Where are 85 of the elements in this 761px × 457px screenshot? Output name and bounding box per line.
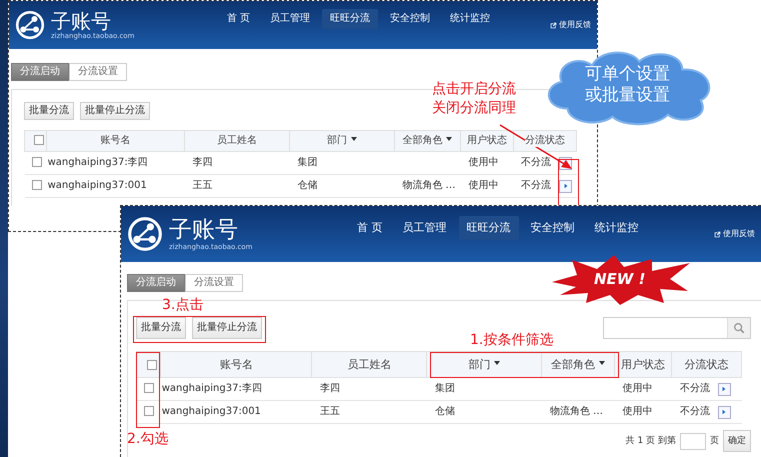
table-cell: 不分流 [680, 406, 710, 418]
nav-item[interactable]: 安全控制 [522, 216, 582, 240]
callout-text: 可单个设置 或批量设置 [585, 64, 670, 106]
table-cell: 不分流 [680, 383, 710, 395]
nav-item[interactable]: 旺旺分流 [322, 9, 378, 29]
tab[interactable]: 分流设置 [185, 274, 243, 292]
table-cell: 仓储 [297, 180, 318, 191]
action-button[interactable]: 批量停止分流 [192, 317, 262, 339]
table-cell: 集团 [434, 383, 455, 394]
table-cell: 王五 [192, 180, 213, 191]
column-header: 账号名 [160, 352, 312, 378]
annotation-text: 3.点击 [162, 297, 204, 314]
nav-item[interactable]: 员工管理 [394, 216, 454, 240]
column-header: 员工姓名 [184, 130, 290, 152]
logo-title: 子账号 [51, 10, 111, 32]
search-button[interactable] [727, 318, 750, 338]
checkbox[interactable] [32, 180, 42, 190]
nav-item[interactable]: 统计监控 [586, 216, 646, 240]
logo-icon [15, 10, 45, 40]
play-button[interactable] [718, 382, 731, 396]
logo-icon [127, 216, 163, 252]
feedback-link[interactable]: 使用反馈 [550, 20, 591, 30]
table-cell: 仓储 [434, 406, 455, 417]
nav-item[interactable]: 首 页 [349, 216, 390, 240]
table-cell: wanghaiping37:李四 [162, 383, 262, 394]
table-cell: 王五 [320, 406, 340, 417]
play-button[interactable] [559, 180, 572, 192]
action-button[interactable]: 批量分流 [24, 102, 74, 120]
table-cell: 李四 [192, 157, 213, 168]
column-header: 用户状态 [460, 130, 513, 152]
table-cell: 不分流 [521, 180, 551, 192]
search-field[interactable] [603, 317, 751, 339]
play-button[interactable] [718, 406, 731, 418]
column-header[interactable]: 部门 [426, 352, 542, 378]
nav-item[interactable]: 员工管理 [262, 9, 318, 29]
column-header: 员工姓名 [312, 352, 427, 378]
play-icon [562, 183, 568, 189]
table-cell: 集团 [297, 157, 318, 168]
checkbox[interactable] [144, 383, 154, 394]
feedback-link[interactable]: 使用反馈 [714, 229, 755, 239]
pagination-text: 共 1 页 到第 [626, 436, 676, 446]
nav-item[interactable]: 统计监控 [442, 9, 498, 29]
pagination-text: 页 [710, 436, 719, 446]
table-cell: 物流角色 … [402, 180, 456, 191]
tab[interactable]: 分流设置 [69, 63, 127, 81]
table-cell: 使用中 [622, 406, 652, 417]
action-button[interactable]: 批量分流 [136, 317, 186, 339]
badge-text: NEW ! [594, 270, 646, 288]
checkbox[interactable] [34, 135, 44, 146]
logo-title: 子账号 [169, 216, 239, 243]
column-header: 分流状态 [672, 352, 742, 378]
tab[interactable]: 分流启动 [11, 63, 69, 81]
play-icon [721, 409, 728, 415]
nav-item[interactable]: 首 页 [219, 9, 258, 29]
annotation-text: 点击开启分流 关闭分流同理 [432, 80, 516, 118]
table-cell: 使用中 [468, 180, 499, 191]
table-cell: wanghaiping37:李四 [48, 157, 148, 168]
external-link-icon [714, 230, 721, 238]
annotation-text: 1.按条件筛选 [470, 332, 554, 349]
table-cell: 使用中 [468, 157, 499, 168]
checkbox[interactable] [144, 406, 154, 416]
table-cell: 不分流 [521, 157, 551, 169]
table-cell: 使用中 [622, 383, 652, 394]
page-input[interactable] [680, 432, 706, 450]
tab[interactable]: 分流启动 [127, 274, 185, 292]
column-header: 分流状态 [513, 130, 576, 152]
table-cell: 李四 [320, 383, 340, 394]
search-icon [733, 322, 745, 334]
column-header: 账号名 [46, 130, 185, 152]
confirm-button[interactable]: 确定 [723, 430, 751, 452]
table-cell: wanghaiping37:001 [162, 406, 261, 417]
action-button[interactable]: 批量停止分流 [80, 102, 150, 120]
nav-item[interactable]: 安全控制 [382, 9, 438, 29]
column-header[interactable]: 部门 [289, 130, 394, 152]
table-cell: wanghaiping37:001 [48, 180, 147, 191]
play-icon [721, 386, 728, 392]
nav-item[interactable]: 旺旺分流 [458, 216, 518, 240]
column-header: 用户状态 [614, 352, 672, 378]
checkbox[interactable] [32, 157, 42, 168]
column-header[interactable]: 全部角色 [542, 352, 614, 378]
checkbox[interactable] [146, 360, 157, 370]
external-link-icon [550, 22, 557, 28]
annotation-text: 2.勾选 [127, 431, 168, 448]
column-header[interactable]: 全部角色 [394, 130, 461, 152]
table-cell: 物流角色 … [550, 406, 604, 417]
